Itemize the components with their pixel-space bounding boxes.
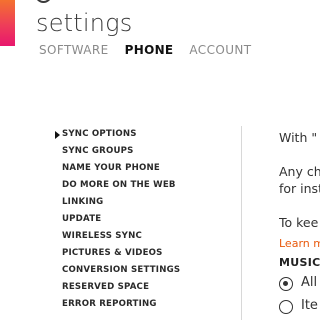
nav-item-wireless-sync[interactable]: WIRELESS SYNC <box>55 228 235 245</box>
music-heading: MUSIC <box>279 256 320 269</box>
radio-items-music[interactable] <box>279 300 293 314</box>
description-line-2: for inst <box>279 181 320 196</box>
nav-item-label: DO MORE ON THE WEB <box>62 180 176 190</box>
nav-item-label: CONVERSION SETTINGS <box>62 265 181 275</box>
nav-item-label: WIRELESS SYNC <box>62 231 143 241</box>
triangle-right-icon <box>55 131 60 139</box>
nav-item-label: SYNC OPTIONS <box>62 129 137 139</box>
nav-item-label: SYNC GROUPS <box>62 146 134 156</box>
description-line-1: Any ch <box>279 164 320 179</box>
accent-bar <box>0 0 15 46</box>
nav-item-sync-groups[interactable]: SYNC GROUPS <box>55 143 235 160</box>
nav-item-do-more-on-the-web[interactable]: DO MORE ON THE WEB <box>55 177 235 194</box>
sync-options-pane: With " Any ch for inst To kee Learn m MU… <box>279 128 320 320</box>
settings-nav: SYNC OPTIONS SYNC GROUPS NAME YOUR PHONE… <box>55 126 235 313</box>
nav-item-label: NAME YOUR PHONE <box>62 163 160 173</box>
tab-phone[interactable]: PHONE <box>125 41 174 59</box>
nav-item-label: RESERVED SPACE <box>62 282 150 292</box>
description-line-3: To kee <box>279 215 319 230</box>
radio-items-label: Ite <box>301 298 318 313</box>
nav-item-label: PICTURES & VIDEOS <box>62 248 163 258</box>
nav-item-update[interactable]: UPDATE <box>55 211 235 228</box>
back-button[interactable] <box>35 0 52 3</box>
intro-text: With " <box>279 130 318 145</box>
nav-item-linking[interactable]: LINKING <box>55 194 235 211</box>
nav-item-error-reporting[interactable]: ERROR REPORTING <box>55 296 235 313</box>
tab-software[interactable]: SOFTWARE <box>39 41 109 59</box>
nav-item-label: UPDATE <box>62 214 102 224</box>
nav-item-name-your-phone[interactable]: NAME YOUR PHONE <box>55 160 235 177</box>
nav-item-pictures-videos[interactable]: PICTURES & VIDEOS <box>55 245 235 262</box>
nav-item-label: ERROR REPORTING <box>62 299 157 309</box>
pane-divider <box>241 126 242 320</box>
settings-page: settings SOFTWARE PHONE ACCOUNT SYNC OPT… <box>0 0 320 320</box>
nav-item-reserved-space[interactable]: RESERVED SPACE <box>55 279 235 296</box>
nav-item-conversion-settings[interactable]: CONVERSION SETTINGS <box>55 262 235 279</box>
tab-bar: SOFTWARE PHONE ACCOUNT <box>39 41 252 59</box>
radio-all-music[interactable] <box>279 277 293 291</box>
learn-more-link[interactable]: Learn m <box>279 237 320 250</box>
radio-all-label: All <box>301 275 318 290</box>
page-title: settings <box>36 9 133 37</box>
tab-account[interactable]: ACCOUNT <box>189 41 251 59</box>
nav-item-label: LINKING <box>62 197 104 207</box>
nav-item-sync-options[interactable]: SYNC OPTIONS <box>55 126 235 143</box>
